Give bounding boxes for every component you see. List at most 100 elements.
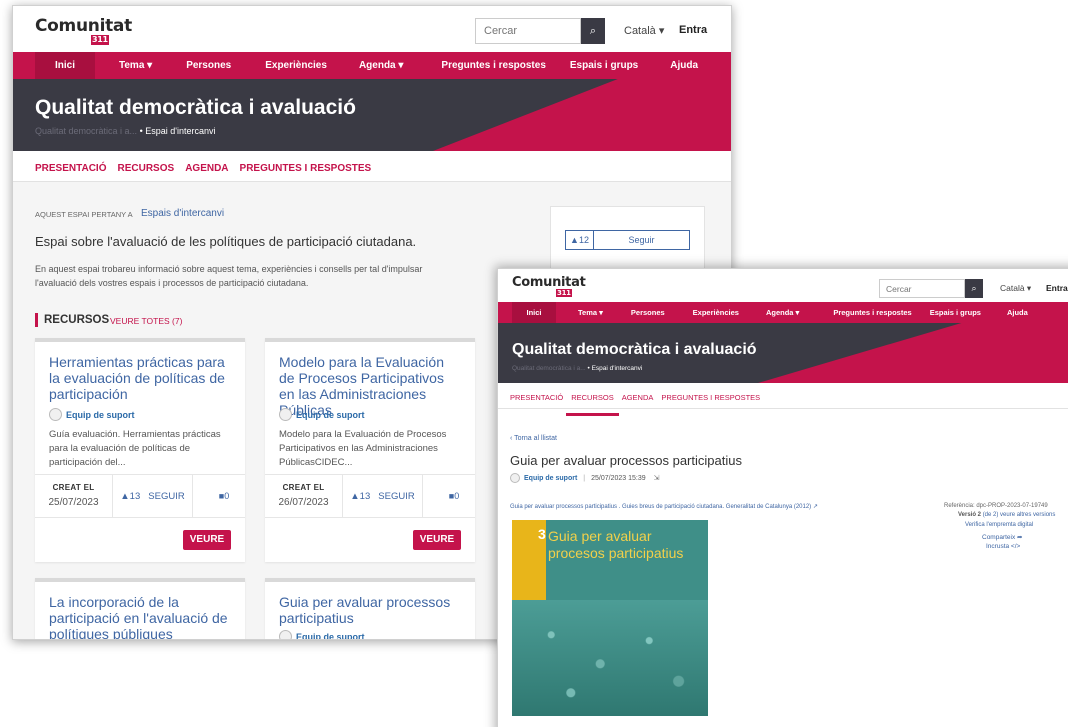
- back-to-list-link[interactable]: ‹ Torna al llistat: [510, 435, 557, 442]
- page-title: Qualitat democràtica i avaluació: [35, 96, 356, 119]
- view-button[interactable]: VEURE: [183, 530, 231, 550]
- card-author-name: Equip de suport: [296, 409, 365, 420]
- created-date: 25/07/2023: [48, 497, 99, 508]
- language-selector[interactable]: Català ▾: [624, 24, 664, 37]
- breadcrumb-current[interactable]: • Espai d'intercanvi: [140, 126, 216, 136]
- tab-presentacio[interactable]: PRESENTACIÓ: [30, 163, 111, 189]
- follow-link[interactable]: SEGUIR: [148, 491, 184, 502]
- cover-title-line-1: Guia per avaluar: [548, 528, 652, 544]
- search-icon[interactable]: ⌕: [965, 279, 983, 298]
- tab-preguntes[interactable]: PREGUNTES I RESPOSTES: [661, 393, 760, 408]
- follow-link[interactable]: SEGUIR: [378, 491, 414, 502]
- resource-datetime: 25/07/2023 15:39: [591, 474, 646, 482]
- site-logo[interactable]: Comunitat 311: [35, 16, 132, 45]
- cover-number: 3: [538, 526, 546, 542]
- created-label: CREAT EL: [52, 483, 95, 492]
- share-link[interactable]: Comparteix ➦: [982, 533, 1023, 541]
- tab-recursos[interactable]: RECURSOS: [118, 163, 175, 181]
- card-author[interactable]: Equip de suport: [279, 630, 365, 640]
- cover-audience-photo: [512, 600, 708, 716]
- version-info: Versió 2 (de 2) veure altres versions: [958, 512, 1055, 518]
- nav-item-persones[interactable]: Persones: [631, 308, 665, 317]
- belongs-link[interactable]: Espais d'intercanvi: [141, 208, 224, 219]
- card-follow[interactable]: ▲13 SEGUIR: [343, 475, 423, 517]
- resource-author[interactable]: Equip de suport: [524, 475, 577, 482]
- tab-agenda[interactable]: AGENDA: [622, 393, 654, 408]
- nav-item-tema[interactable]: Tema ▾: [119, 60, 152, 71]
- comment-count[interactable]: ■0: [203, 475, 245, 517]
- nav-item-agenda[interactable]: Agenda ▾: [359, 60, 403, 71]
- resource-card: Modelo para la Evaluación de Procesos Pa…: [265, 338, 475, 562]
- breadcrumb-parent[interactable]: Qualitat democràtica i a...: [35, 126, 137, 136]
- card-follow[interactable]: ▲13 SEGUIR: [113, 475, 193, 517]
- nav-item-preguntes[interactable]: Preguntes i respostes: [833, 308, 911, 317]
- card-author-name: Equip de suport: [296, 631, 365, 640]
- tab-agenda[interactable]: AGENDA: [185, 163, 228, 181]
- nav-item-espais[interactable]: Espais i grups: [930, 308, 981, 317]
- resource-card: Herramientas prácticas para la evaluació…: [35, 338, 245, 562]
- nav-item-ajuda[interactable]: Ajuda: [670, 60, 698, 71]
- search-input[interactable]: [475, 18, 581, 44]
- nav-item-preguntes[interactable]: Preguntes i respostes: [441, 60, 545, 71]
- search-input[interactable]: [879, 279, 965, 298]
- view-button[interactable]: VEURE: [413, 530, 461, 550]
- login-link[interactable]: Entra: [679, 24, 707, 36]
- main-nav: Inici Tema ▾ Persones Experiències Agend…: [13, 52, 731, 79]
- tab-presentacio[interactable]: PRESENTACIÓ: [510, 393, 563, 408]
- breadcrumb: Qualitat democràtica i a... • Espai d'in…: [35, 126, 215, 136]
- nav-item-experiencies[interactable]: Experiències: [693, 308, 739, 317]
- space-lead: Espai sobre l'avaluació de les polítique…: [35, 234, 417, 249]
- login-link[interactable]: Entra: [1046, 283, 1068, 293]
- follow-count: ▲12: [566, 231, 594, 249]
- card-title[interactable]: Herramientas prácticas para la evaluació…: [49, 354, 231, 402]
- pin-icon[interactable]: ⇲: [654, 474, 660, 482]
- reference-link[interactable]: Guia per avaluar processos participatius…: [510, 503, 818, 510]
- space-tabs: PRESENTACIÓ RECURSOS AGENDA PREGUNTES I …: [498, 383, 1068, 416]
- version-link[interactable]: (de 2) veure altres versions: [983, 512, 1056, 518]
- breadcrumb-parent[interactable]: Qualitat democràtica i a...: [512, 365, 586, 372]
- nav-item-ajuda[interactable]: Ajuda: [1007, 308, 1028, 317]
- avatar: [279, 408, 292, 421]
- section-link[interactable]: VEURE TOTES (7): [110, 316, 182, 326]
- nav-item-inici[interactable]: Inici: [512, 302, 556, 323]
- tab-preguntes[interactable]: PREGUNTES I RESPOSTES: [240, 163, 372, 181]
- search-icon[interactable]: ⌕: [581, 18, 605, 44]
- embed-link[interactable]: Incrusta </>: [986, 543, 1020, 550]
- card-author[interactable]: Equip de suport: [279, 408, 365, 421]
- section-bar: [35, 313, 38, 327]
- tab-recursos[interactable]: RECURSOS: [566, 393, 619, 416]
- card-excerpt: Guía evaluación. Herramientas prácticas …: [49, 429, 221, 468]
- nav-item-agenda[interactable]: Agenda ▾: [766, 308, 799, 317]
- logo-badge: 311: [91, 35, 109, 45]
- card-author[interactable]: Equip de suport: [49, 408, 135, 421]
- language-selector[interactable]: Català ▾: [1000, 283, 1031, 294]
- comment-count[interactable]: ■0: [433, 475, 475, 517]
- card-title[interactable]: Guia per avaluar processos participatius: [279, 594, 461, 626]
- follow-button[interactable]: Seguir: [594, 231, 689, 249]
- verify-link[interactable]: Verifica l'empremta digital: [965, 522, 1033, 528]
- avatar: [49, 408, 62, 421]
- nav-item-inici[interactable]: Inici: [35, 52, 95, 79]
- card-title[interactable]: La incorporació de la participació en l'…: [49, 594, 231, 639]
- card-author-name: Equip de suport: [66, 409, 135, 420]
- follow-box: ▲12 Seguir: [550, 206, 705, 274]
- book-cover[interactable]: 3 Guia per avaluar procesos participatiu…: [512, 520, 708, 716]
- card-footer: CREAT EL 25/07/2023 ▲13 SEGUIR ■0: [35, 474, 245, 518]
- nav-item-tema[interactable]: Tema ▾: [578, 308, 603, 317]
- vote-count: ▲13: [350, 490, 371, 502]
- created-date: 26/07/2023: [278, 497, 329, 508]
- page-title: Qualitat democràtica i avaluació: [512, 341, 757, 358]
- avatar: [279, 630, 292, 639]
- nav-item-persones[interactable]: Persones: [186, 60, 231, 71]
- card-created: CREAT EL 26/07/2023: [265, 475, 343, 517]
- nav-item-experiencies[interactable]: Experiències: [265, 60, 327, 71]
- follow-widget[interactable]: ▲12 Seguir: [565, 230, 690, 250]
- resource-meta: Equip de suport | 25/07/2023 15:39 ⇲: [510, 473, 659, 483]
- belongs-label: AQUEST ESPAI PERTANY A: [35, 210, 133, 219]
- breadcrumb-current[interactable]: • Espai d'intercanvi: [588, 365, 643, 372]
- breadcrumb: Qualitat democràtica i a... • Espai d'in…: [512, 365, 642, 372]
- card-footer: CREAT EL 26/07/2023 ▲13 SEGUIR ■0: [265, 474, 475, 518]
- nav-item-espais[interactable]: Espais i grups: [570, 60, 638, 71]
- site-logo[interactable]: Comunitat 311: [512, 275, 586, 297]
- logo-text: Comunitat: [35, 16, 132, 36]
